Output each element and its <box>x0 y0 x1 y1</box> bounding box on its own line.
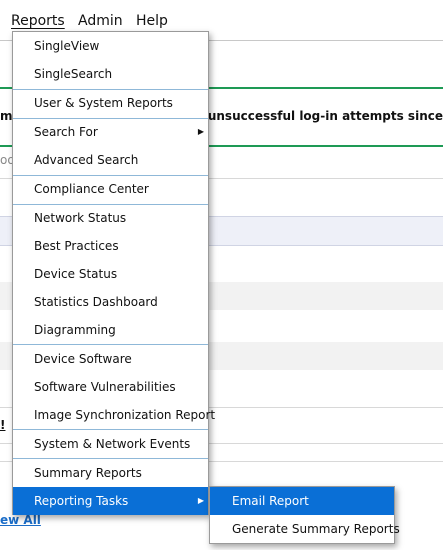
menu-item-system-network-events[interactable]: System & Network Events <box>13 430 208 458</box>
menu-item-image-synchronization-report[interactable]: Image Synchronization Report <box>13 401 215 429</box>
menu-item-summary-reports[interactable]: Summary Reports <box>13 459 208 487</box>
menu-item-label: Reporting Tasks <box>34 494 129 508</box>
menu-item-software-vulnerabilities[interactable]: Software Vulnerabilities <box>13 373 208 401</box>
menu-item-user-system-reports[interactable]: User & System Reports <box>13 89 208 117</box>
menu-item-network-status[interactable]: Network Status <box>13 204 208 232</box>
reporting-tasks-submenu: Email Report Generate Summary Reports <box>209 486 400 544</box>
menu-item-singleview[interactable]: SingleView <box>13 32 208 60</box>
menu-admin[interactable]: Admin <box>78 12 123 30</box>
menu-item-advanced-search[interactable]: Advanced Search <box>13 146 208 174</box>
submenu-item-generate-summary-reports[interactable]: Generate Summary Reports <box>210 515 400 543</box>
menu-item-device-status[interactable]: Device Status <box>13 260 208 288</box>
menu-item-reporting-tasks[interactable]: Reporting Tasks ▶ <box>13 487 208 515</box>
menu-item-statistics-dashboard[interactable]: Statistics Dashboard <box>13 288 208 316</box>
submenu-item-email-report[interactable]: Email Report <box>210 487 394 515</box>
menu-reports[interactable]: Reports <box>11 12 65 30</box>
menu-item-compliance-center[interactable]: Compliance Center <box>13 175 208 203</box>
menu-item-label: Search For <box>34 125 98 139</box>
menu-item-device-software[interactable]: Device Software <box>13 345 208 373</box>
view-all-link[interactable]: ew All <box>0 513 41 527</box>
submenu-arrow-icon: ▶ <box>197 127 204 136</box>
menu-item-diagramming[interactable]: Diagramming <box>13 316 208 344</box>
reports-dropdown-menu: SingleView SingleSearch User & System Re… <box>12 31 215 515</box>
menu-item-search-for[interactable]: Search For ▶ <box>13 118 208 146</box>
background-link-fragment[interactable]: ! <box>0 418 5 432</box>
menu-help[interactable]: Help <box>136 12 168 30</box>
menu-item-singlesearch[interactable]: SingleSearch <box>13 60 208 88</box>
submenu-arrow-icon: ▶ <box>197 496 204 505</box>
menu-item-best-practices[interactable]: Best Practices <box>13 232 208 260</box>
